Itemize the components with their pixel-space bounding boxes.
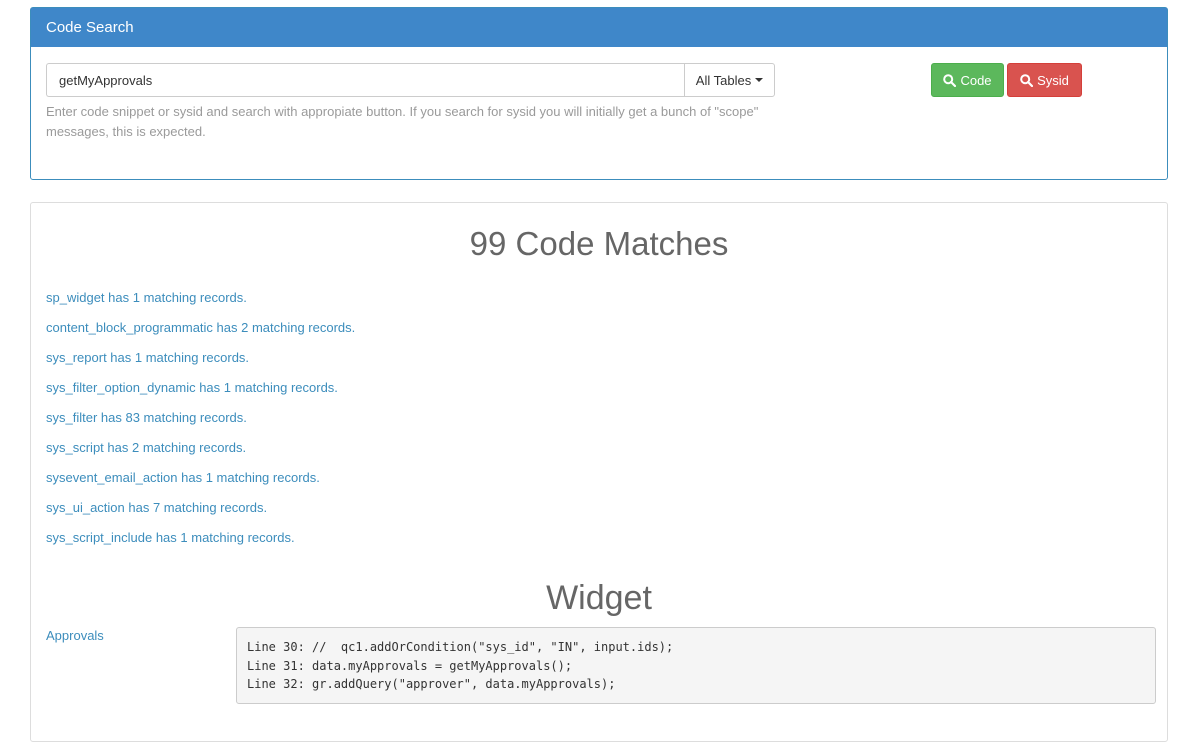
- record-link-approvals[interactable]: Approvals: [46, 628, 104, 643]
- section-title-widget: Widget: [546, 579, 652, 617]
- list-item: sys_ui_action has 7 matching records.: [46, 498, 355, 528]
- panel-header-title: Code Search: [31, 8, 1167, 47]
- code-snippet-block: Line 30: // qc1.addOrCondition("sys_id",…: [236, 627, 1156, 704]
- match-link-sp-widget[interactable]: sp_widget has 1 matching records.: [46, 290, 247, 305]
- search-icon: [943, 73, 957, 87]
- match-link-sysevent-email-action[interactable]: sysevent_email_action has 1 matching rec…: [46, 470, 320, 485]
- table-select-dropdown[interactable]: All Tables: [684, 63, 775, 97]
- code-search-button[interactable]: Code: [931, 63, 1004, 97]
- search-icon: [1020, 73, 1034, 87]
- code-line: Line 32: gr.addQuery("approver", data.my…: [247, 677, 616, 691]
- list-item: sys_report has 1 matching records.: [46, 348, 355, 378]
- list-item: sysevent_email_action has 1 matching rec…: [46, 468, 355, 498]
- search-input-group: All Tables: [46, 63, 775, 97]
- list-item: sys_filter has 83 matching records.: [46, 408, 355, 438]
- match-link-sys-filter-option-dynamic[interactable]: sys_filter_option_dynamic has 1 matching…: [46, 380, 338, 395]
- match-link-content-block-programmatic[interactable]: content_block_programmatic has 2 matchin…: [46, 320, 355, 335]
- match-list: sp_widget has 1 matching records. conten…: [46, 288, 355, 558]
- code-line: Line 31: data.myApprovals = getMyApprova…: [247, 658, 573, 673]
- table-select-label: All Tables: [695, 72, 752, 88]
- search-input[interactable]: [46, 63, 684, 97]
- match-link-sys-filter[interactable]: sys_filter has 83 matching records.: [46, 410, 247, 425]
- list-item: sys_filter_option_dynamic has 1 matching…: [46, 378, 355, 408]
- list-item: sys_script_include has 1 matching record…: [46, 528, 355, 558]
- sysid-button-label: Sysid: [1037, 72, 1069, 88]
- match-link-sys-script-include[interactable]: sys_script_include has 1 matching record…: [46, 530, 295, 545]
- code-button-label: Code: [960, 72, 992, 88]
- caret-down-icon: [755, 78, 764, 82]
- match-link-sys-script[interactable]: sys_script has 2 matching records.: [46, 440, 246, 455]
- match-link-sys-report[interactable]: sys_report has 1 matching records.: [46, 350, 249, 365]
- search-help-text: Enter code snippet or sysid and search w…: [46, 104, 759, 139]
- list-item: content_block_programmatic has 2 matchin…: [46, 318, 355, 348]
- list-item: sp_widget has 1 matching records.: [46, 288, 355, 318]
- list-item: sys_script has 2 matching records.: [46, 438, 355, 468]
- match-link-sys-ui-action[interactable]: sys_ui_action has 7 matching records.: [46, 500, 267, 515]
- sysid-search-button[interactable]: Sysid: [1007, 63, 1082, 97]
- results-panel: 99 Code Matches sp_widget has 1 matching…: [30, 202, 1168, 742]
- matches-count-title: 99 Code Matches: [469, 225, 729, 262]
- code-search-panel: Code Search All Tables Enter code snippe…: [30, 7, 1168, 180]
- code-line: Line 30: // qc1.addOrCondition("sys_id",…: [247, 640, 674, 654]
